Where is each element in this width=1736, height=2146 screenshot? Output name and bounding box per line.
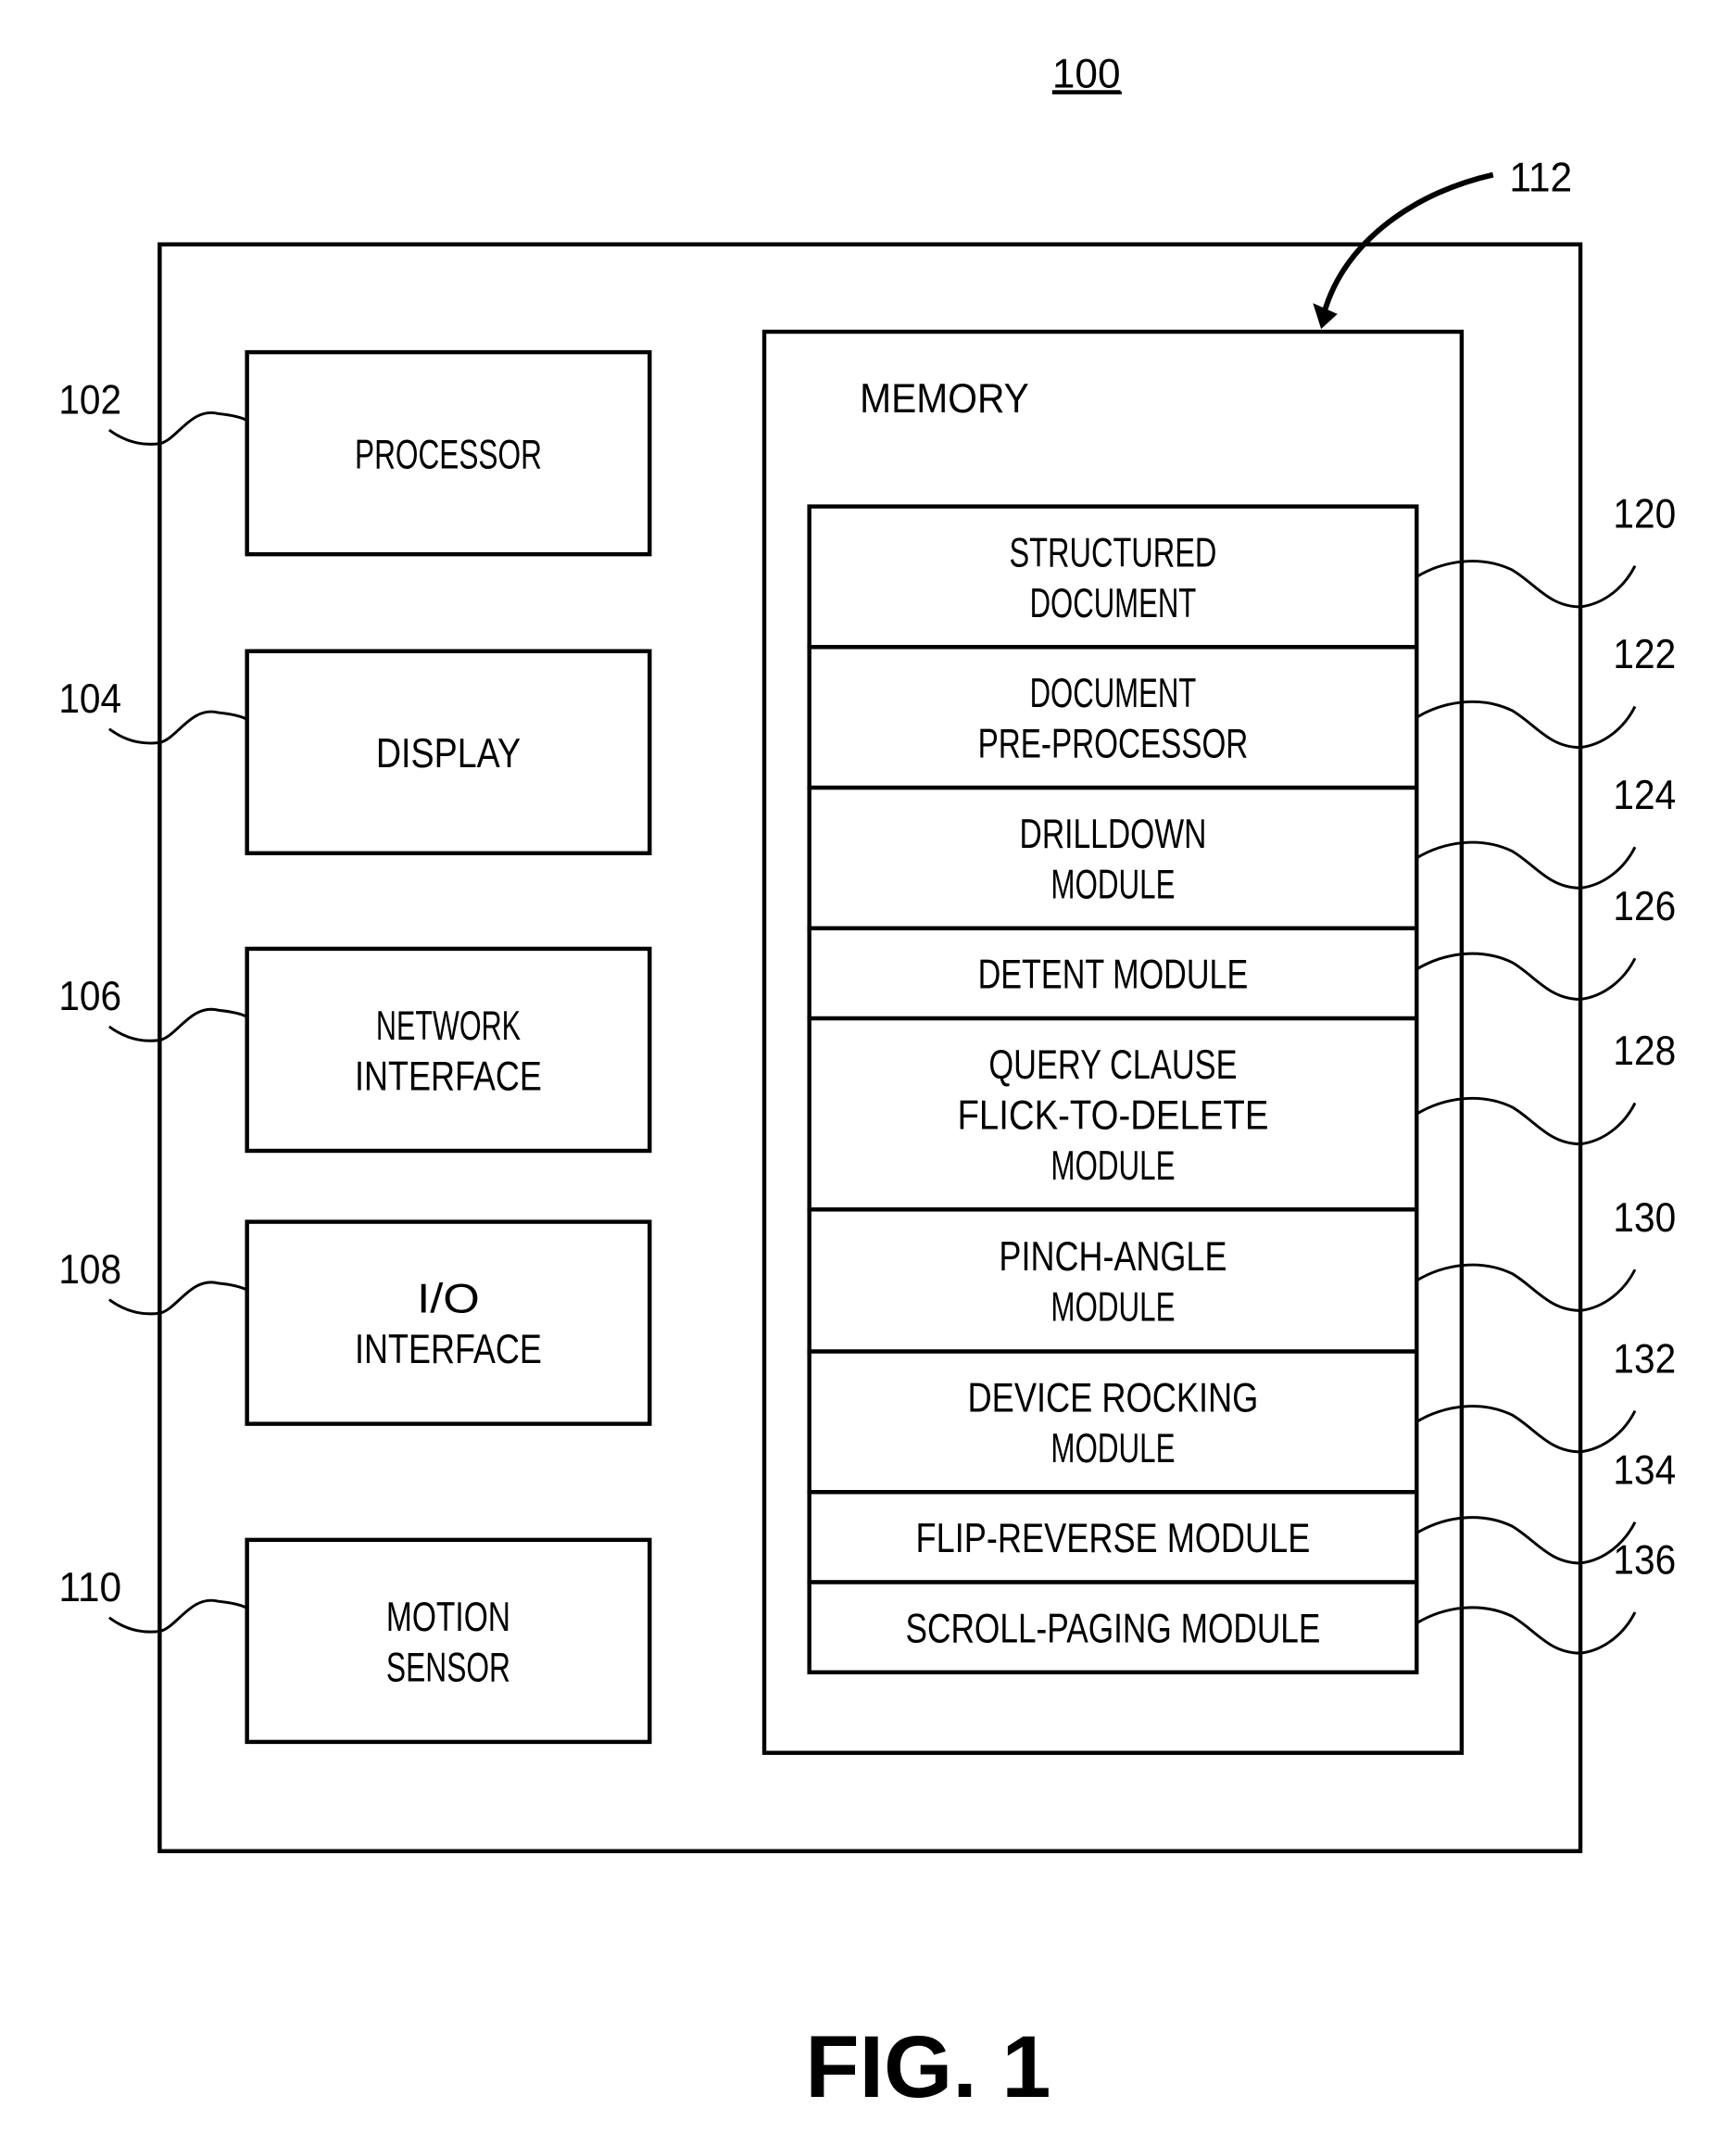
network-interface-label: NETWORK <box>376 1004 521 1049</box>
i-o-interface-label: I/O <box>417 1277 480 1322</box>
drilldown-module-label: DRILLDOWN <box>1020 812 1207 857</box>
query-clause-flick-to-delete-module-label: FLICK-TO-DELETE <box>957 1092 1268 1138</box>
component-processor: PROCESSOR 102 <box>58 349 652 557</box>
structured-document-label: DOCUMENT <box>1030 581 1197 626</box>
pinch-angle-module-box <box>807 1207 1419 1354</box>
device-rocking-module-label: MODULE <box>1050 1426 1175 1471</box>
device-rocking-module-label: DEVICE ROCKING <box>968 1375 1259 1420</box>
patent-figure: 100 MEMORY 112 PROCESSOR 102 DISPLAY 104 NET… <box>58 51 1676 2115</box>
network-interface-box <box>245 946 652 1154</box>
reference-104: 104 <box>58 676 121 722</box>
reference-132: 132 <box>1613 1336 1676 1382</box>
reference-130: 130 <box>1613 1195 1676 1241</box>
drilldown-module-label: MODULE <box>1050 862 1175 907</box>
reference-110: 110 <box>58 1565 121 1610</box>
component-network-interface: NETWORK INTERFACE 106 <box>58 946 652 1154</box>
motion-sensor-label: MOTION <box>386 1595 510 1640</box>
network-interface-label: INTERFACE <box>355 1054 542 1099</box>
reference-102: 102 <box>58 377 121 423</box>
structured-document-label: STRUCTURED <box>1009 530 1216 575</box>
reference-120: 120 <box>1613 491 1676 536</box>
system-reference-label: 100 <box>1052 51 1121 96</box>
detent-module-label: DETENT MODULE <box>978 953 1249 998</box>
reference-122: 122 <box>1613 632 1676 677</box>
reference-134: 134 <box>1613 1447 1676 1493</box>
component-i-o-interface: I/O INTERFACE 108 <box>58 1219 652 1426</box>
reference-108: 108 <box>58 1247 121 1293</box>
processor-label: PROCESSOR <box>355 432 542 477</box>
component-display: DISPLAY 104 <box>58 649 652 856</box>
memory-reference-label: 112 <box>1509 155 1572 200</box>
document-pre-processor-label: DOCUMENT <box>1030 671 1197 716</box>
reference-106: 106 <box>58 974 121 1019</box>
scroll-paging-module-label: SCROLL-PAGING MODULE <box>906 1606 1321 1651</box>
component-motion-sensor: MOTION SENSOR 110 <box>58 1537 652 1745</box>
reference-128: 128 <box>1613 1029 1676 1074</box>
flip-reverse-module-label: FLIP-REVERSE MODULE <box>916 1516 1311 1561</box>
motion-sensor-label: SENSOR <box>386 1645 510 1690</box>
figure-caption: FIG. 1 <box>805 2018 1050 2115</box>
pinch-angle-module-label: PINCH-ANGLE <box>999 1234 1227 1280</box>
pinch-angle-module-label: MODULE <box>1050 1284 1175 1330</box>
query-clause-flick-to-delete-module-label: QUERY CLAUSE <box>988 1042 1237 1088</box>
memory-label: MEMORY <box>860 376 1029 422</box>
reference-124: 124 <box>1613 773 1676 818</box>
document-pre-processor-label: PRE-PROCESSOR <box>978 722 1249 767</box>
query-clause-flick-to-delete-module-label: MODULE <box>1050 1143 1175 1189</box>
i-o-interface-box <box>245 1219 652 1426</box>
display-label: DISPLAY <box>376 731 521 776</box>
reference-126: 126 <box>1613 884 1676 929</box>
reference-136: 136 <box>1613 1538 1676 1584</box>
motion-sensor-box <box>245 1537 652 1745</box>
i-o-interface-label: INTERFACE <box>355 1327 542 1372</box>
